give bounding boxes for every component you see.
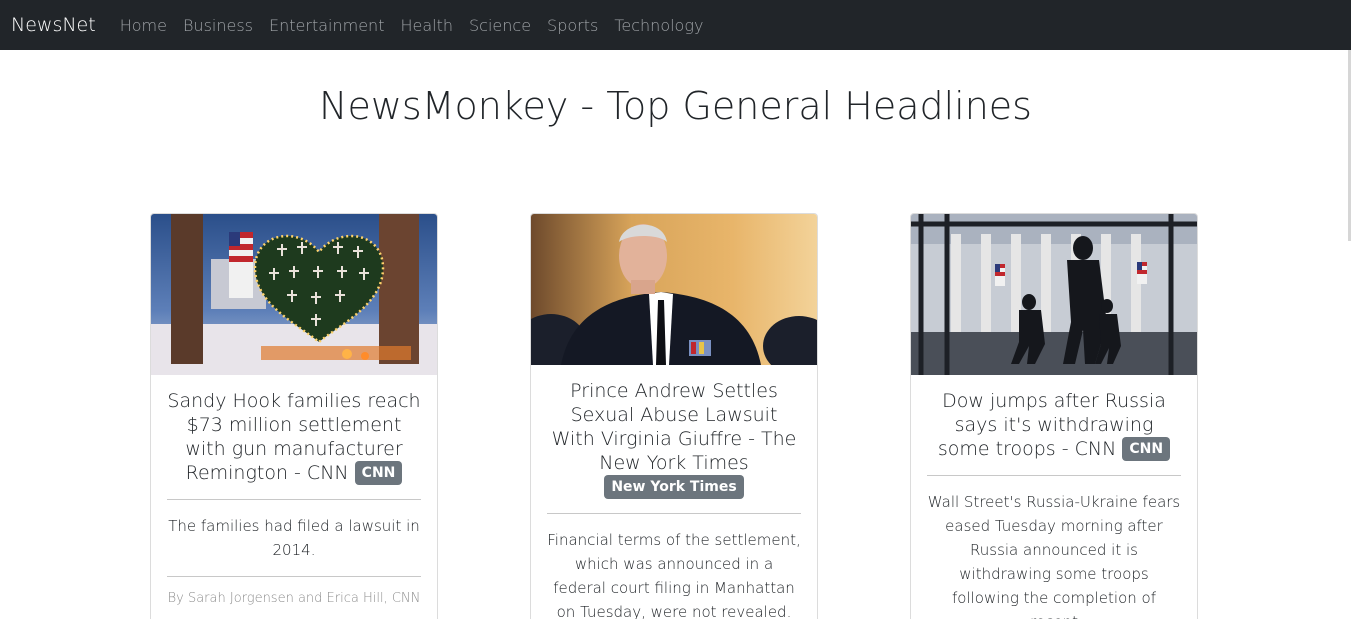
- page-title: NewsMonkey - Top General Headlines: [319, 84, 1032, 128]
- card-body: Sandy Hook families reach $73 million se…: [151, 375, 437, 606]
- news-card: Prince Andrew Settles Sexual Abuse Lawsu…: [530, 213, 818, 619]
- article-image[interactable]: [531, 214, 817, 365]
- article-title[interactable]: Dow jumps after Russia says it's withdra…: [927, 389, 1181, 461]
- nav-link-sports[interactable]: Sports: [547, 16, 598, 35]
- source-badge: CNN: [1122, 437, 1171, 461]
- divider: [167, 499, 421, 500]
- source-badge: CNN: [354, 461, 403, 485]
- news-card: Sandy Hook families reach $73 million se…: [150, 213, 438, 619]
- nav-link-science[interactable]: Science: [469, 16, 531, 35]
- divider: [927, 475, 1181, 476]
- divider: [547, 513, 801, 514]
- nav-link-business[interactable]: Business: [183, 16, 253, 35]
- card-body: Dow jumps after Russia says it's withdra…: [911, 375, 1197, 619]
- divider: [167, 576, 421, 577]
- article-image[interactable]: [911, 214, 1197, 375]
- article-description: Wall Street's Russia-Ukraine fears eased…: [927, 493, 1181, 619]
- nav-link-health[interactable]: Health: [400, 16, 453, 35]
- nav-link-technology[interactable]: Technology: [614, 16, 703, 35]
- nav-link-entertainment[interactable]: Entertainment: [269, 16, 384, 35]
- card-body: Prince Andrew Settles Sexual Abuse Lawsu…: [531, 365, 817, 619]
- source-badge: New York Times: [604, 475, 744, 499]
- article-title[interactable]: Sandy Hook families reach $73 million se…: [167, 389, 421, 485]
- article-image[interactable]: [151, 214, 437, 375]
- article-title[interactable]: Prince Andrew Settles Sexual Abuse Lawsu…: [547, 379, 801, 499]
- article-title-text[interactable]: Prince Andrew Settles Sexual Abuse Lawsu…: [552, 380, 797, 474]
- article-description: Financial terms of the settlement, which…: [547, 531, 801, 619]
- news-card: Dow jumps after Russia says it's withdra…: [910, 213, 1198, 619]
- article-description: The families had filed a lawsuit in 2014…: [168, 517, 420, 559]
- article-author: By Sarah Jorgensen and Erica Hill, CNN: [167, 591, 421, 606]
- top-navbar: NewsNet Home Business Entertainment Heal…: [0, 0, 1351, 50]
- nav-link-home[interactable]: Home: [120, 16, 167, 35]
- brand-link[interactable]: NewsNet: [11, 14, 96, 36]
- nav-links: Home Business Entertainment Health Scien…: [120, 16, 720, 35]
